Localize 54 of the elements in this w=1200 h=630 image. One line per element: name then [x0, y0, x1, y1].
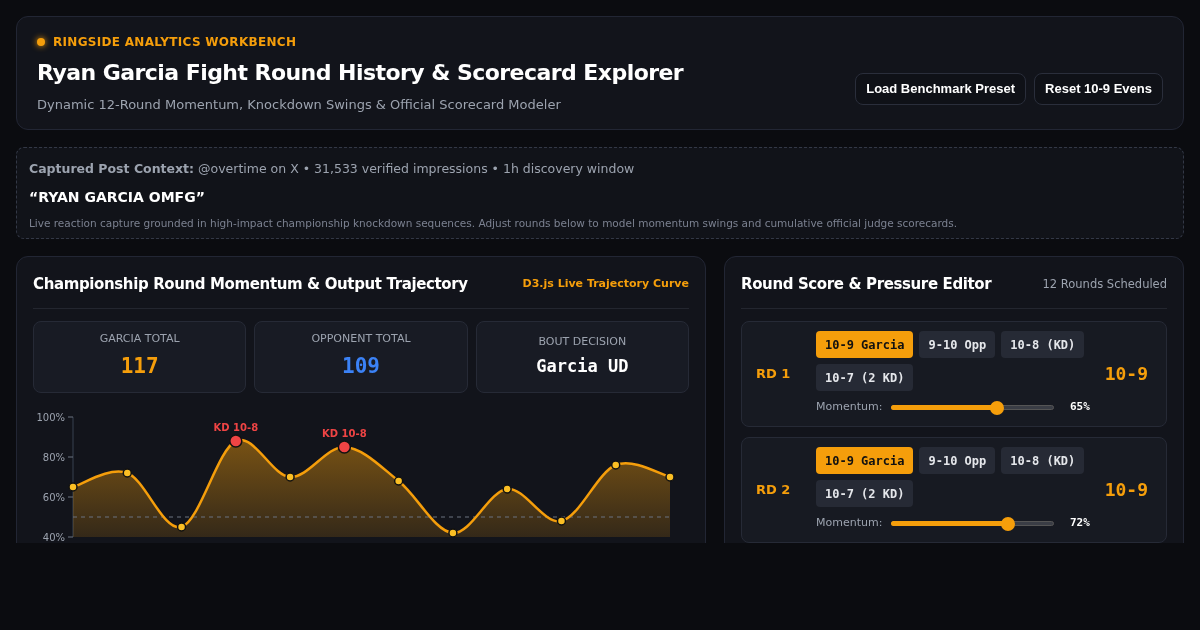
action-button[interactable]: Load Benchmark Preset [855, 73, 1027, 105]
data-point [502, 483, 512, 494]
stat-label: BOUT DECISION [538, 333, 627, 350]
data-point [556, 515, 567, 526]
page-subtitle: Dynamic 12-Round Momentum, Knockdown Swings & Official Scorecard Modeler [37, 95, 562, 114]
score-option[interactable]: 10-8 (KD) [1001, 447, 1085, 475]
data-point [665, 471, 675, 482]
round-label: RD 1 [756, 364, 792, 383]
stat-label: OPPONENT TOTAL [311, 330, 411, 347]
stat-value: 117 [120, 353, 159, 380]
score-option[interactable]: 10-7 (2 KD) [816, 364, 914, 392]
momentum-reading: 65% [1070, 399, 1090, 416]
annotation-label: KD 10-8 [213, 421, 259, 433]
round-label: RD 2 [756, 480, 792, 499]
eyebrow-label: RINGSIDE ANALYTICS WORKBENCH [53, 34, 297, 51]
momentum-reading: 72% [1070, 515, 1090, 532]
panel-title: Championship Round Momentum & Output Trajectory [33, 274, 468, 295]
data-point [176, 521, 187, 532]
momentum-slider[interactable] [891, 400, 1054, 415]
round-score: 10-9 [1104, 478, 1148, 502]
axis-tick-label: 100% [36, 411, 65, 422]
score-option[interactable]: 10-7 (2 KD) [816, 480, 914, 508]
data-point [68, 481, 78, 492]
context-meta: Captured Post Context: @overtime on X • 31,533 verified impressions • 1h discovery window [29, 160, 636, 178]
momentum-slider[interactable] [891, 516, 1054, 531]
panel-title: Round Score & Pressure Editor [741, 274, 992, 295]
axis-tick-label: 40% [42, 531, 65, 542]
stat-label: GARCIA TOTAL [99, 330, 180, 347]
score-option[interactable]: 10-9 Garcia [816, 447, 914, 475]
action-button[interactable]: Reset 10-9 Evens [1034, 73, 1163, 105]
rounds-count: 12 Rounds Scheduled [1042, 275, 1167, 293]
data-point [393, 475, 404, 486]
data-point [285, 471, 295, 482]
axis-tick-label: 80% [42, 451, 65, 462]
score-option[interactable]: 10-9 Garcia [816, 331, 914, 359]
stat-value: Garcia UD [536, 355, 629, 378]
score-option[interactable]: 9-10 Opp [919, 447, 996, 475]
data-point [448, 527, 458, 538]
momentum-label: Momentum: [816, 399, 884, 416]
page-title: Ryan Garcia Fight Round History & Scorecard Explorer [37, 59, 684, 87]
knockdown-point [337, 439, 352, 454]
context-quote: “RYAN GARCIA OMFG” [29, 187, 206, 207]
context-note: Live reaction capture grounded in high-impact championship knockdown sequences. Adjust rounds below to model momentum swings and cumulative official judge scorecards. [29, 215, 959, 231]
data-point [122, 467, 132, 478]
score-option[interactable]: 10-8 (KD) [1001, 331, 1085, 359]
chart-engine-label: D3.js Live Trajectory Curve [522, 276, 689, 292]
round-score: 10-9 [1104, 362, 1148, 386]
axis-tick-label: 60% [42, 491, 65, 502]
momentum-label: Momentum: [816, 515, 884, 532]
stat-value: 109 [342, 353, 380, 380]
knockdown-point [229, 433, 243, 448]
score-option[interactable]: 9-10 Opp [919, 331, 996, 359]
annotation-label: KD 10-8 [322, 427, 367, 439]
data-point [611, 459, 621, 470]
